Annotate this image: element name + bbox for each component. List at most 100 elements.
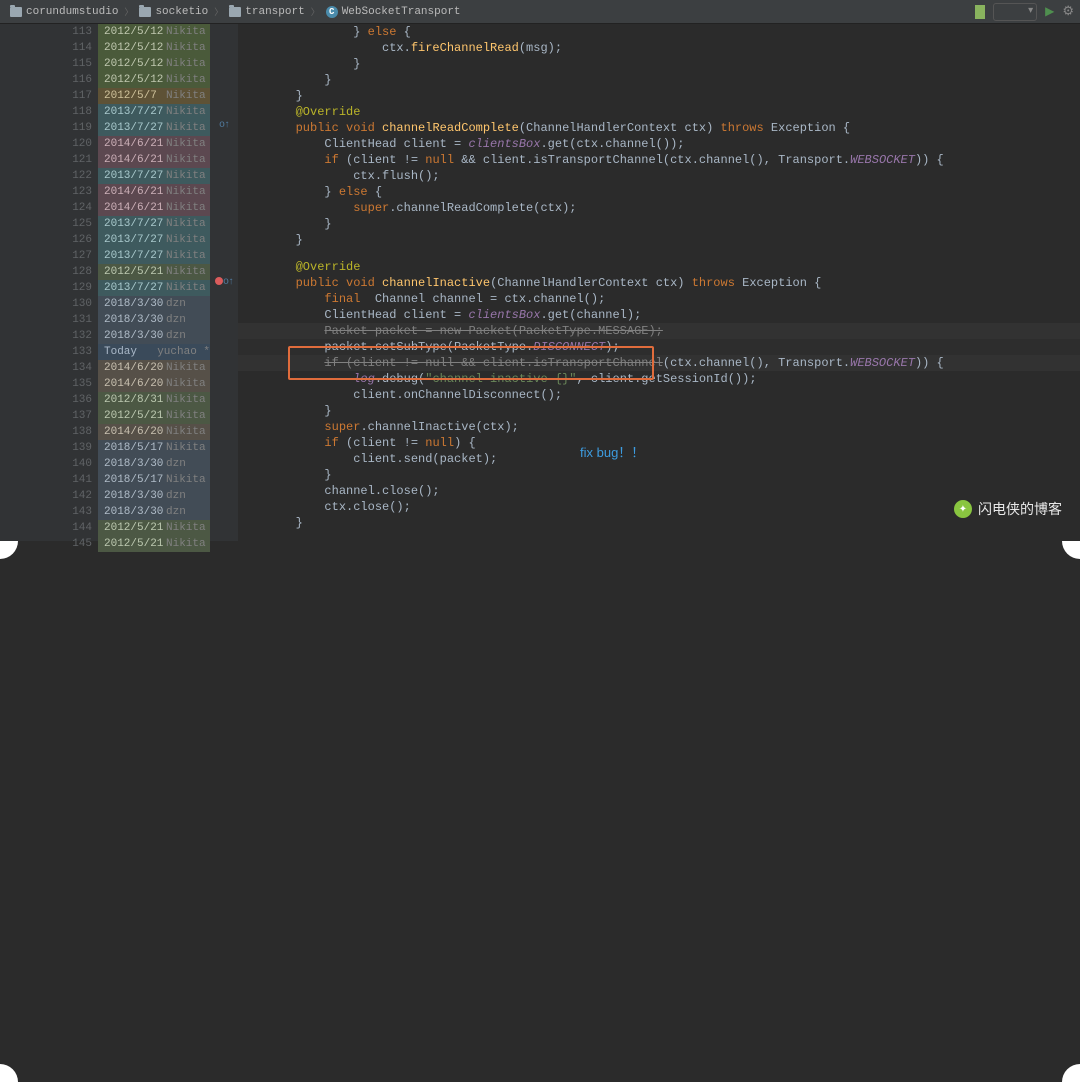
code-line[interactable]: @Override (238, 104, 1080, 120)
line-number[interactable]: 115 (0, 56, 98, 72)
line-number[interactable]: 142 (0, 488, 98, 504)
blame-cell[interactable]: 2013/7/27Nikita (98, 280, 210, 296)
override-icon[interactable]: o↑ (223, 277, 233, 288)
code-line[interactable]: ctx.flush(); (238, 168, 1080, 184)
line-number[interactable]: 124 (0, 200, 98, 216)
blame-cell[interactable]: 2013/7/27Nikita (98, 232, 210, 248)
code-line[interactable]: channel.close(); (238, 483, 1080, 499)
code-line[interactable]: ctx.fireChannelRead(msg); (238, 40, 1080, 56)
blame-cell[interactable]: 2018/3/30dzn (98, 328, 210, 344)
code-line[interactable]: } (238, 88, 1080, 104)
breakpoint-icon[interactable] (215, 277, 223, 285)
blame-cell[interactable]: 2012/5/12Nikita (98, 40, 210, 56)
code-line[interactable]: } (238, 56, 1080, 72)
code-line[interactable]: if (client != null && client.isTransport… (238, 355, 1080, 371)
blame-cell[interactable]: 2018/3/30dzn (98, 504, 210, 520)
blame-cell[interactable]: 2013/7/27Nikita (98, 216, 210, 232)
gutter-mark[interactable] (210, 228, 238, 244)
run-config-select[interactable] (993, 3, 1037, 21)
blame-cell[interactable]: 2014/6/21Nikita (98, 152, 210, 168)
blame-cell[interactable]: 2018/3/30dzn (98, 456, 210, 472)
code-line[interactable]: public void channelInactive(ChannelHandl… (238, 275, 1080, 291)
line-number[interactable]: 118 (0, 104, 98, 120)
line-number[interactable]: 117 (0, 88, 98, 104)
blame-cell[interactable]: 2013/7/27Nikita (98, 120, 210, 136)
line-number[interactable]: 134 (0, 360, 98, 376)
code-line[interactable]: client.send(packet); (238, 451, 1080, 467)
line-number[interactable]: 138 (0, 424, 98, 440)
blame-cell[interactable]: 2013/7/27Nikita (98, 248, 210, 264)
line-number[interactable]: 139 (0, 440, 98, 456)
gutter-mark[interactable] (210, 149, 238, 165)
line-number[interactable]: 136 (0, 392, 98, 408)
line-number[interactable]: 140 (0, 456, 98, 472)
code-line[interactable]: } (238, 216, 1080, 232)
line-number[interactable]: 145 (0, 536, 98, 552)
code-line[interactable]: Packet packet = new Packet(PacketType.ME… (238, 323, 1080, 339)
line-number[interactable]: 119 (0, 120, 98, 136)
code-line[interactable]: } (238, 72, 1080, 88)
code-line[interactable]: ClientHead client = clientsBox.get(ctx.c… (238, 136, 1080, 152)
gutter-mark[interactable] (210, 291, 238, 307)
gutter-mark[interactable] (210, 494, 238, 510)
blame-cell[interactable]: 2012/5/12Nikita (98, 24, 210, 40)
breadcrumb-item[interactable]: socketio (135, 4, 212, 20)
blame-cell[interactable]: 2012/5/12Nikita (98, 56, 210, 72)
code-line[interactable]: ClientHead client = clientsBox.get(chann… (238, 307, 1080, 323)
blame-cell[interactable]: 2012/5/21Nikita (98, 520, 210, 536)
gutter-mark[interactable] (210, 416, 238, 432)
line-number[interactable]: 120 (0, 136, 98, 152)
gutter-mark[interactable] (210, 447, 238, 463)
blame-cell[interactable]: 2018/5/17Nikita (98, 440, 210, 456)
line-number[interactable]: 121 (0, 152, 98, 168)
code-line[interactable]: if (client != null) { (238, 435, 1080, 451)
blame-cell[interactable]: 2018/5/17Nikita (98, 472, 210, 488)
line-number[interactable]: 113 (0, 24, 98, 40)
code-line[interactable]: client.onChannelDisconnect(); (238, 387, 1080, 403)
line-number[interactable]: 141 (0, 472, 98, 488)
line-number[interactable]: 143 (0, 504, 98, 520)
line-number[interactable]: 130 (0, 296, 98, 312)
blame-cell[interactable]: 2014/6/20Nikita (98, 376, 210, 392)
blame-cell[interactable]: 2018/3/30dzn (98, 488, 210, 504)
gutter-mark[interactable] (210, 243, 238, 259)
blame-cell[interactable]: 2014/6/21Nikita (98, 200, 210, 216)
line-number[interactable]: 122 (0, 168, 98, 184)
breadcrumb-item[interactable]: transport (225, 4, 308, 20)
gutter-mark[interactable] (210, 525, 238, 541)
code-line[interactable]: } (238, 232, 1080, 248)
code-line[interactable]: } else { (238, 184, 1080, 200)
code-line[interactable]: } (238, 467, 1080, 483)
gutter-mark[interactable] (210, 24, 238, 40)
gutter-mark[interactable] (210, 87, 238, 103)
blame-cell[interactable]: 2018/3/30dzn (98, 312, 210, 328)
line-number[interactable]: 126 (0, 232, 98, 248)
blame-cell[interactable]: 2014/6/20Nikita (98, 360, 210, 376)
breadcrumb-item[interactable]: corundumstudio (6, 4, 122, 20)
line-number[interactable]: 114 (0, 40, 98, 56)
code-line[interactable]: packet.setSubType(PacketType.DISCONNECT)… (238, 339, 1080, 355)
settings-icon[interactable]: ⚙ (1062, 4, 1074, 19)
line-number[interactable]: 131 (0, 312, 98, 328)
gutter-mark[interactable] (210, 463, 238, 479)
line-number[interactable]: 125 (0, 216, 98, 232)
line-number[interactable]: 132 (0, 328, 98, 344)
line-number[interactable]: 129 (0, 280, 98, 296)
code-line[interactable]: if (client != null && client.isTransport… (238, 152, 1080, 168)
line-number[interactable]: 127 (0, 248, 98, 264)
gutter-mark[interactable] (210, 102, 238, 118)
gutter-mark[interactable] (210, 212, 238, 228)
blame-cell[interactable]: 2012/8/31Nikita (98, 392, 210, 408)
blame-cell[interactable]: 2014/6/21Nikita (98, 136, 210, 152)
gutter-mark[interactable] (210, 55, 238, 71)
blame-cell[interactable]: 2012/5/12Nikita (98, 72, 210, 88)
gutter-mark[interactable] (210, 134, 238, 150)
code-line[interactable]: } (238, 403, 1080, 419)
run-icon[interactable]: ▶ (1045, 4, 1054, 19)
line-number[interactable]: 123 (0, 184, 98, 200)
code-line[interactable]: } else { (238, 24, 1080, 40)
code-area[interactable]: } else { ctx.fireChannelRead(msg); } } }… (238, 24, 1080, 541)
line-number[interactable]: 133 (0, 344, 98, 360)
gutter-mark[interactable] (210, 431, 238, 447)
blame-cell[interactable]: 2014/6/20Nikita (98, 424, 210, 440)
